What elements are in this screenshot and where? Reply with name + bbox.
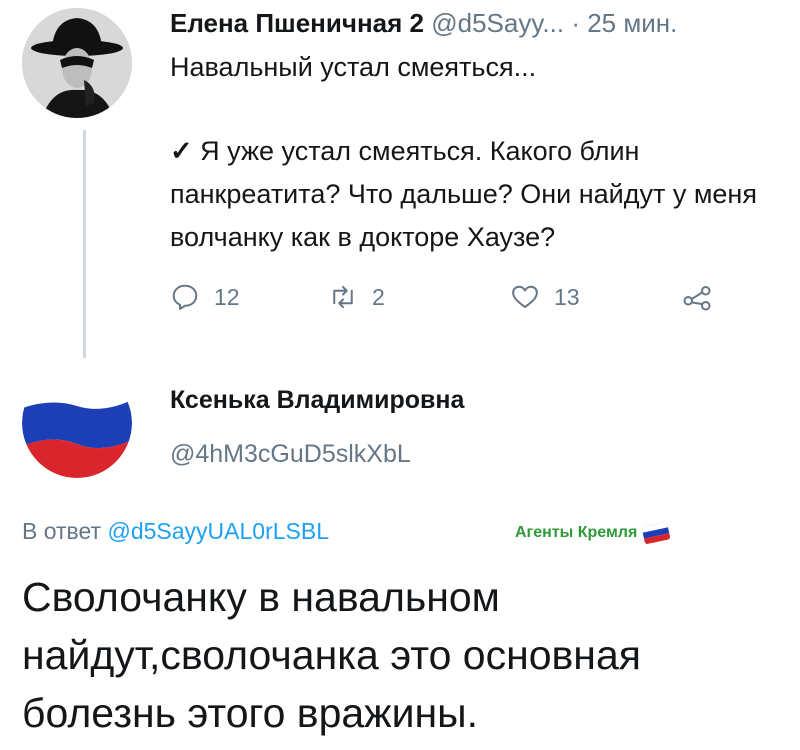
share-button[interactable] <box>682 282 712 312</box>
timestamp[interactable]: 25 мин. <box>587 8 677 38</box>
like-button[interactable]: 13 <box>510 282 580 312</box>
like-count: 13 <box>554 283 580 310</box>
watermark: Агенты Кремля <box>515 521 671 545</box>
tweet-body-text: Я уже устал смеяться. Какого блин панкре… <box>170 136 757 252</box>
tweet-actions: 12 2 13 <box>170 282 730 322</box>
retweet-icon <box>333 286 353 308</box>
retweet-button[interactable]: 2 <box>328 282 385 312</box>
avatar-image <box>22 8 132 118</box>
heart-icon <box>512 285 538 308</box>
thread-line <box>83 130 86 358</box>
tweet-header: Елена Пшеничная 2 @d5Sayy... · 25 мин. <box>170 8 677 39</box>
avatar[interactable] <box>22 8 132 118</box>
tweet-title-line: Навальный устал смеяться... <box>170 52 537 82</box>
reply-to-link[interactable]: @d5SayyUAL0rLSBL <box>107 518 329 544</box>
watermark-text: Агенты Кремля <box>515 524 638 541</box>
reply-prefix: В ответ <box>22 518 102 544</box>
share-icon <box>683 286 711 311</box>
russian-flag-icon <box>22 368 132 478</box>
reply-context: В ответ @d5SayyUAL0rLSBL <box>22 518 329 545</box>
avatar[interactable] <box>22 368 132 478</box>
reply-icon <box>172 284 198 310</box>
separator-dot: · <box>571 8 580 38</box>
tweet-body: Сволочанку в навальном найдут,сволочанка… <box>22 574 641 736</box>
author-name[interactable]: Елена Пшеничная 2 <box>170 8 424 38</box>
author-handle[interactable]: @d5Sayy... <box>431 8 564 38</box>
check-mark-icon: ✓ <box>170 136 193 166</box>
russian-flag-icon <box>641 521 671 545</box>
author-name[interactable]: Ксенька Владимировна <box>170 386 464 415</box>
tweet-body: ✓ Я уже устал смеяться. Какого блин панк… <box>170 130 780 259</box>
reply-count: 12 <box>214 283 240 310</box>
reply-button[interactable]: 12 <box>170 282 240 312</box>
author-handle[interactable]: @4hM3cGuD5slkXbL <box>170 440 411 469</box>
retweet-count: 2 <box>372 283 385 310</box>
